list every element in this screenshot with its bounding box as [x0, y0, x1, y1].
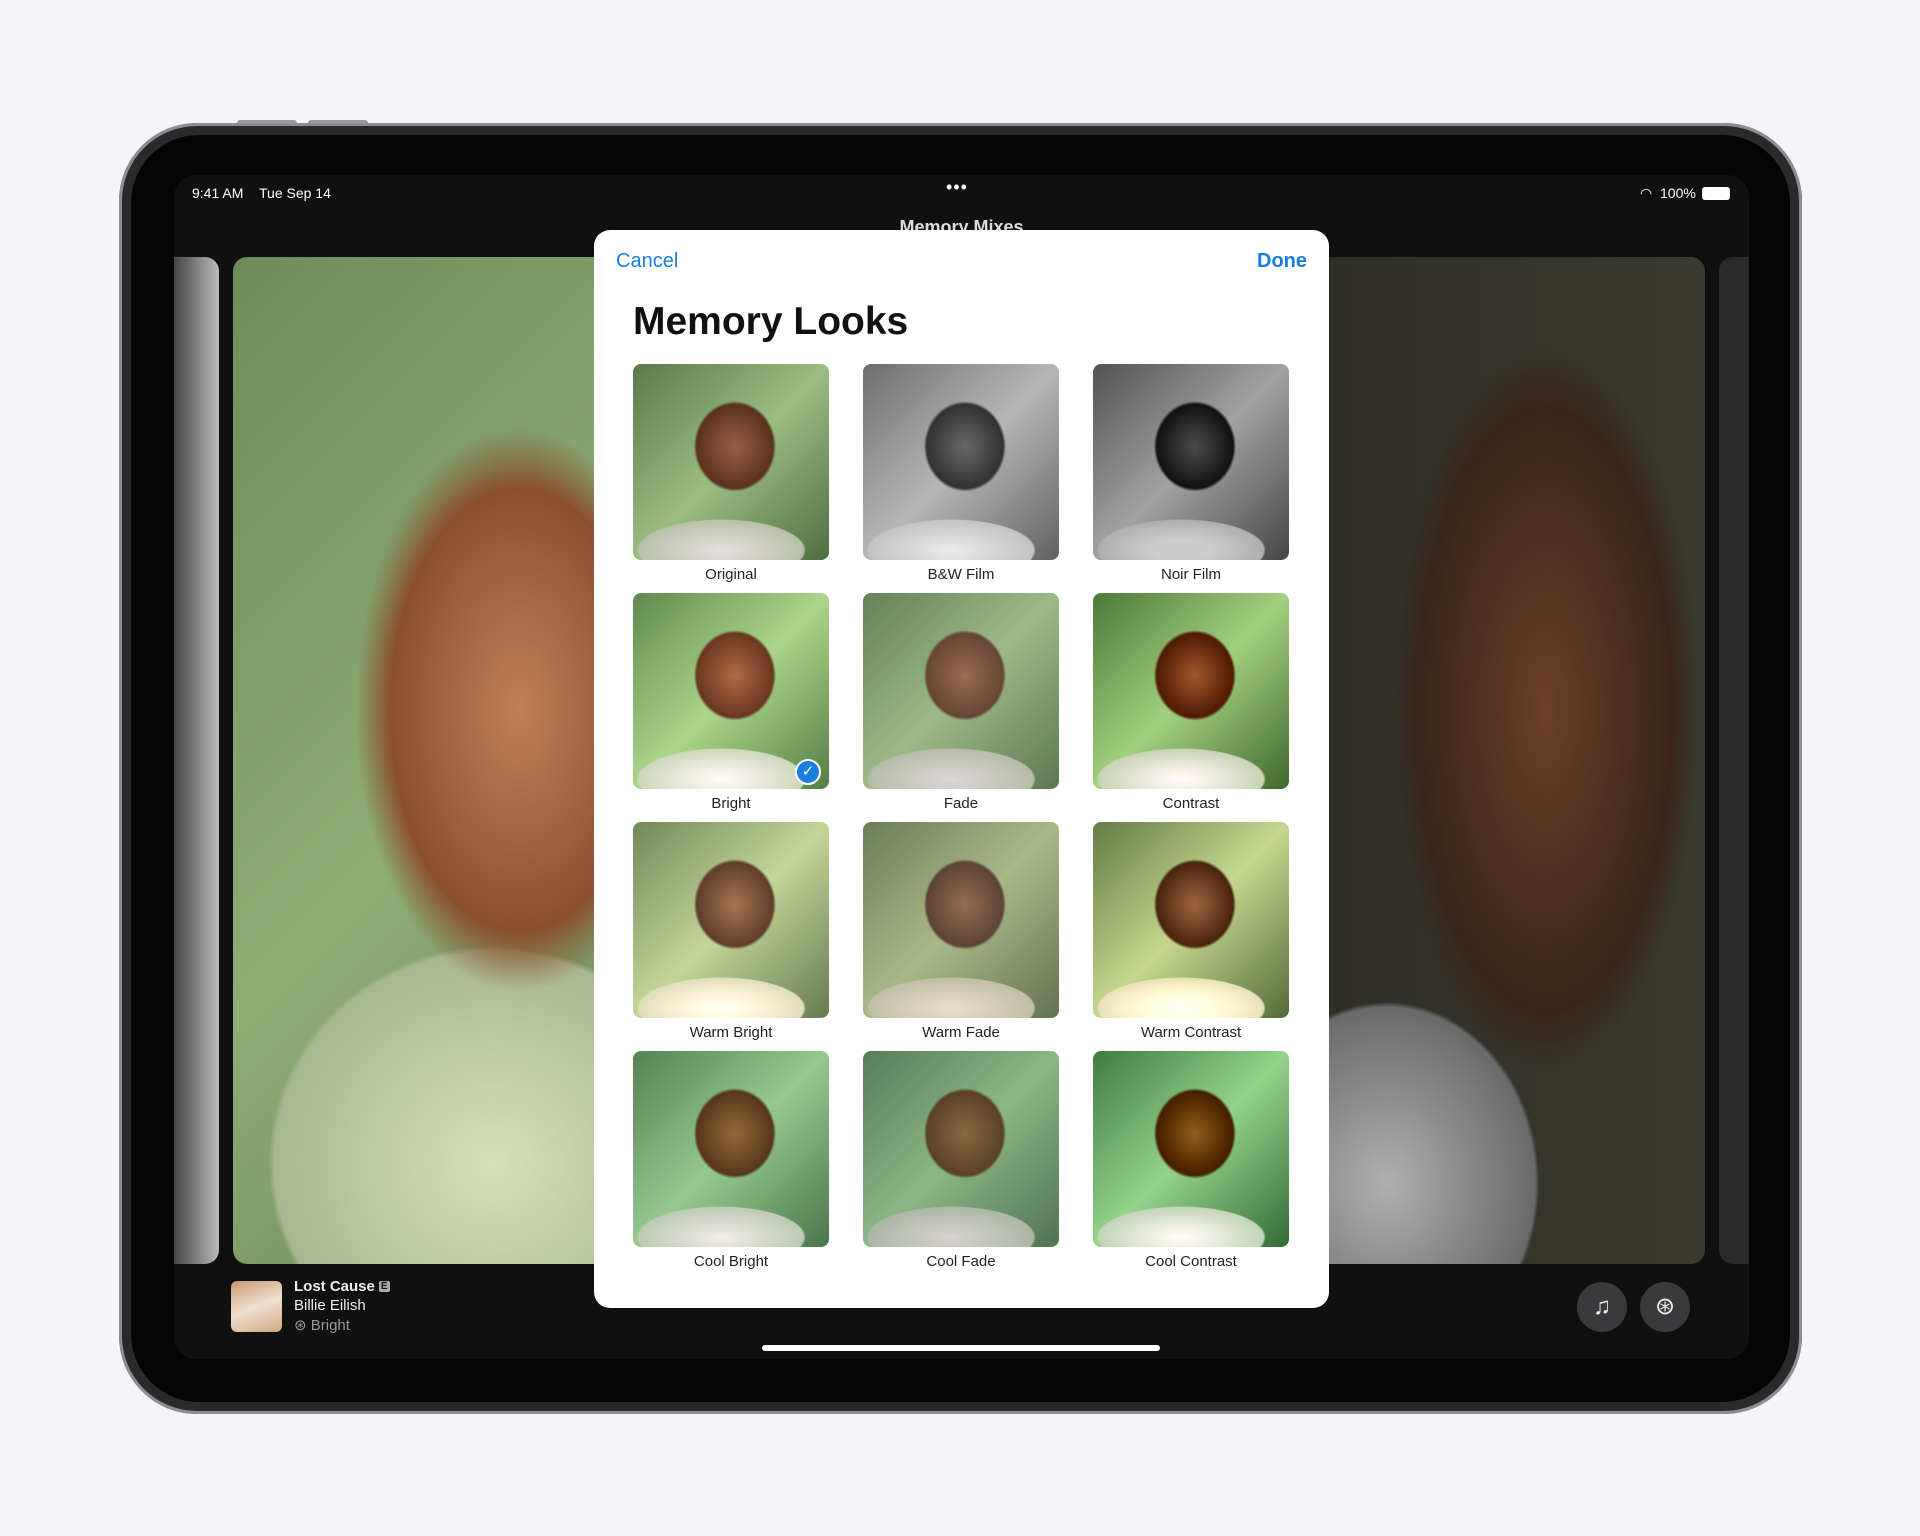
look-option[interactable]: Fade: [863, 593, 1059, 812]
look-label: Cool Contrast: [1145, 1253, 1237, 1270]
look-thumbnail[interactable]: [633, 822, 829, 1018]
home-indicator[interactable]: [762, 1345, 1160, 1351]
look-option[interactable]: Noir Film: [1093, 364, 1289, 583]
look-thumbnail[interactable]: [633, 1051, 829, 1247]
look-label: Warm Contrast: [1140, 1024, 1242, 1041]
look-option[interactable]: Warm Contrast: [1093, 822, 1289, 1041]
screen: 9:41 AM Tue Sep 14 ••• ◠ 100% Memory Mix…: [174, 175, 1749, 1359]
sheet-title: Memory Looks: [633, 300, 909, 343]
look-option[interactable]: B&W Film: [863, 364, 1059, 583]
look-thumbnail[interactable]: [1093, 364, 1289, 560]
look-label: Noir Film: [1161, 566, 1221, 583]
status-date: Tue Sep 14: [259, 185, 331, 201]
look-option[interactable]: Cool Contrast: [1093, 1051, 1289, 1270]
look-option[interactable]: Cool Bright: [633, 1051, 829, 1270]
look-icon: ⊛: [294, 1317, 311, 1334]
cancel-button[interactable]: Cancel: [616, 250, 678, 273]
look-name: Bright: [310, 1317, 350, 1334]
next-photo[interactable]: [1719, 257, 1749, 1264]
current-look: ⊛ Bright: [294, 1316, 350, 1334]
look-label: Cool Bright: [693, 1253, 769, 1270]
memory-looks-icon[interactable]: ⊛: [1640, 1282, 1690, 1332]
song-title[interactable]: Lost Cause E: [294, 1278, 390, 1295]
status-time: 9:41 AM: [192, 185, 244, 201]
look-label: Warm Fade: [922, 1024, 1000, 1041]
music-note-plus-icon[interactable]: ♫: [1577, 1282, 1627, 1332]
artist-name: Billie Eilish: [294, 1297, 366, 1314]
look-label: Fade: [943, 795, 979, 812]
look-label: Bright: [711, 795, 751, 812]
look-thumbnail[interactable]: [863, 364, 1059, 560]
look-label: Warm Bright: [689, 1024, 773, 1041]
look-label: Contrast: [1162, 795, 1220, 812]
explicit-badge: E: [378, 1281, 390, 1292]
look-thumbnail[interactable]: [1093, 822, 1289, 1018]
look-thumbnail[interactable]: [863, 593, 1059, 789]
look-label: Original: [705, 566, 757, 583]
look-option[interactable]: Warm Bright: [633, 822, 829, 1041]
look-thumbnail[interactable]: [1093, 1051, 1289, 1247]
look-label: Cool Fade: [926, 1253, 996, 1270]
look-label: B&W Film: [927, 566, 995, 583]
look-thumbnail[interactable]: [863, 822, 1059, 1018]
look-option[interactable]: ✓ Bright: [633, 593, 829, 812]
look-option[interactable]: Warm Fade: [863, 822, 1059, 1041]
previous-photo[interactable]: [174, 257, 219, 1264]
look-thumbnail[interactable]: [863, 1051, 1059, 1247]
look-option[interactable]: Original: [633, 364, 829, 583]
look-option[interactable]: Cool Fade: [863, 1051, 1059, 1270]
done-button[interactable]: Done: [1257, 250, 1307, 273]
battery-percent: 100%: [1660, 185, 1696, 201]
look-thumbnail[interactable]: [1093, 593, 1289, 789]
look-thumbnail[interactable]: [633, 364, 829, 560]
wifi-icon: ◠: [1640, 185, 1653, 201]
memory-looks-sheet: Cancel Done Memory Looks Original B&W Fil…: [594, 230, 1329, 1308]
look-option[interactable]: Contrast: [1093, 593, 1289, 812]
song-name: Lost Cause: [294, 1278, 375, 1295]
checkmark-icon: ✓: [795, 759, 821, 785]
album-art[interactable]: [231, 1281, 282, 1332]
look-thumbnail[interactable]: [633, 593, 829, 789]
battery-icon: [1702, 187, 1730, 200]
multitasking-dots-icon[interactable]: •••: [946, 177, 968, 198]
